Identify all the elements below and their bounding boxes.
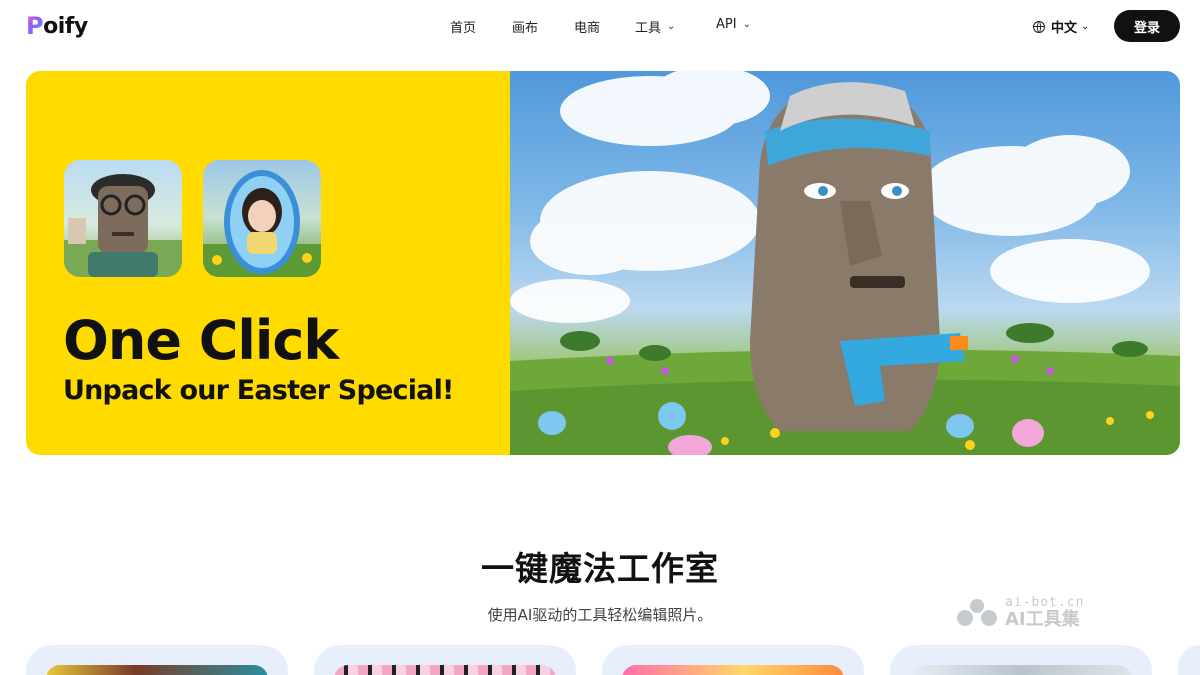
- tool-card[interactable]: [890, 645, 1152, 675]
- nav-home[interactable]: 首页: [450, 17, 476, 36]
- tool-card-image: [910, 665, 1132, 675]
- easter-egg-girl-illustration: [203, 170, 321, 277]
- tool-card[interactable]: [602, 645, 864, 675]
- moai-avatar-thumbnail: [64, 160, 182, 277]
- chevron-down-icon: ⌄: [667, 21, 676, 32]
- tool-card[interactable]: [314, 645, 576, 675]
- nav-ecommerce-label: 电商: [574, 21, 601, 36]
- watermark-name: AI工具集: [1005, 609, 1080, 630]
- hero-title: One Click: [63, 309, 339, 372]
- nav-api-label: API: [716, 17, 737, 32]
- poify-logo[interactable]: P oify: [26, 12, 88, 40]
- chevron-down-icon: ⌄: [742, 19, 751, 30]
- nav-canvas[interactable]: 画布: [512, 17, 538, 36]
- chevron-down-icon: ⌄: [1081, 21, 1090, 32]
- logo-text: oify: [43, 13, 88, 39]
- tool-card-image: [46, 665, 268, 675]
- hero-promo-panel: One Click Unpack our Easter Special!: [26, 71, 510, 455]
- tool-card[interactable]: [1178, 645, 1200, 675]
- nav-tools[interactable]: 工具 ⌄: [635, 17, 675, 36]
- tool-card[interactable]: [26, 645, 288, 675]
- tool-cards: [0, 645, 1200, 675]
- hero-subtitle: Unpack our Easter Special!: [63, 375, 454, 406]
- top-header: P oify 首页 画布 电商 工具 ⌄ API ⌄ 中文 ⌄ 登录: [0, 0, 1200, 52]
- nav-tools-label: 工具: [635, 21, 662, 36]
- watermark: ai-bot.cn AI工具集: [955, 596, 1084, 629]
- moai-scene-illustration: [510, 71, 1180, 455]
- nav-api[interactable]: API ⌄: [716, 17, 751, 32]
- easter-egg-girl-thumbnail: [203, 160, 321, 277]
- watermark-url: ai-bot.cn: [1005, 595, 1085, 610]
- nav-home-label: 首页: [450, 21, 477, 36]
- nav-canvas-label: 画布: [512, 21, 539, 36]
- login-button[interactable]: 登录: [1114, 10, 1180, 42]
- logo-initial: P: [26, 12, 44, 40]
- moai-water-gun-image: [510, 71, 1180, 455]
- globe-icon: [1033, 20, 1045, 33]
- watermark-logo-icon: [957, 598, 997, 626]
- moai-avatar-illustration: [64, 174, 182, 277]
- language-label: 中文: [1051, 21, 1078, 36]
- hero-banner[interactable]: One Click Unpack our Easter Special!: [26, 71, 1180, 455]
- tool-card-image: [334, 665, 556, 675]
- nav-ecommerce[interactable]: 电商: [574, 17, 600, 36]
- section-title: 一键魔法工作室: [481, 549, 719, 588]
- tool-card-image: [622, 665, 844, 675]
- language-selector[interactable]: 中文 ⌄: [1033, 17, 1089, 36]
